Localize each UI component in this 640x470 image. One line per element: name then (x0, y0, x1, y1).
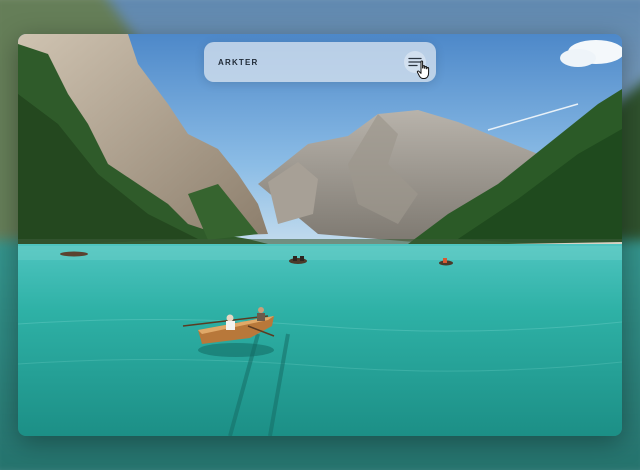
distant-boat (60, 251, 88, 257)
top-menu-bar: ARKTER (204, 42, 436, 82)
brand-logo-text[interactable]: ARKTER (218, 58, 259, 67)
hand-pointer-icon (416, 60, 430, 79)
landscape-photo (18, 34, 622, 436)
app-window: ARKTER (0, 0, 640, 470)
